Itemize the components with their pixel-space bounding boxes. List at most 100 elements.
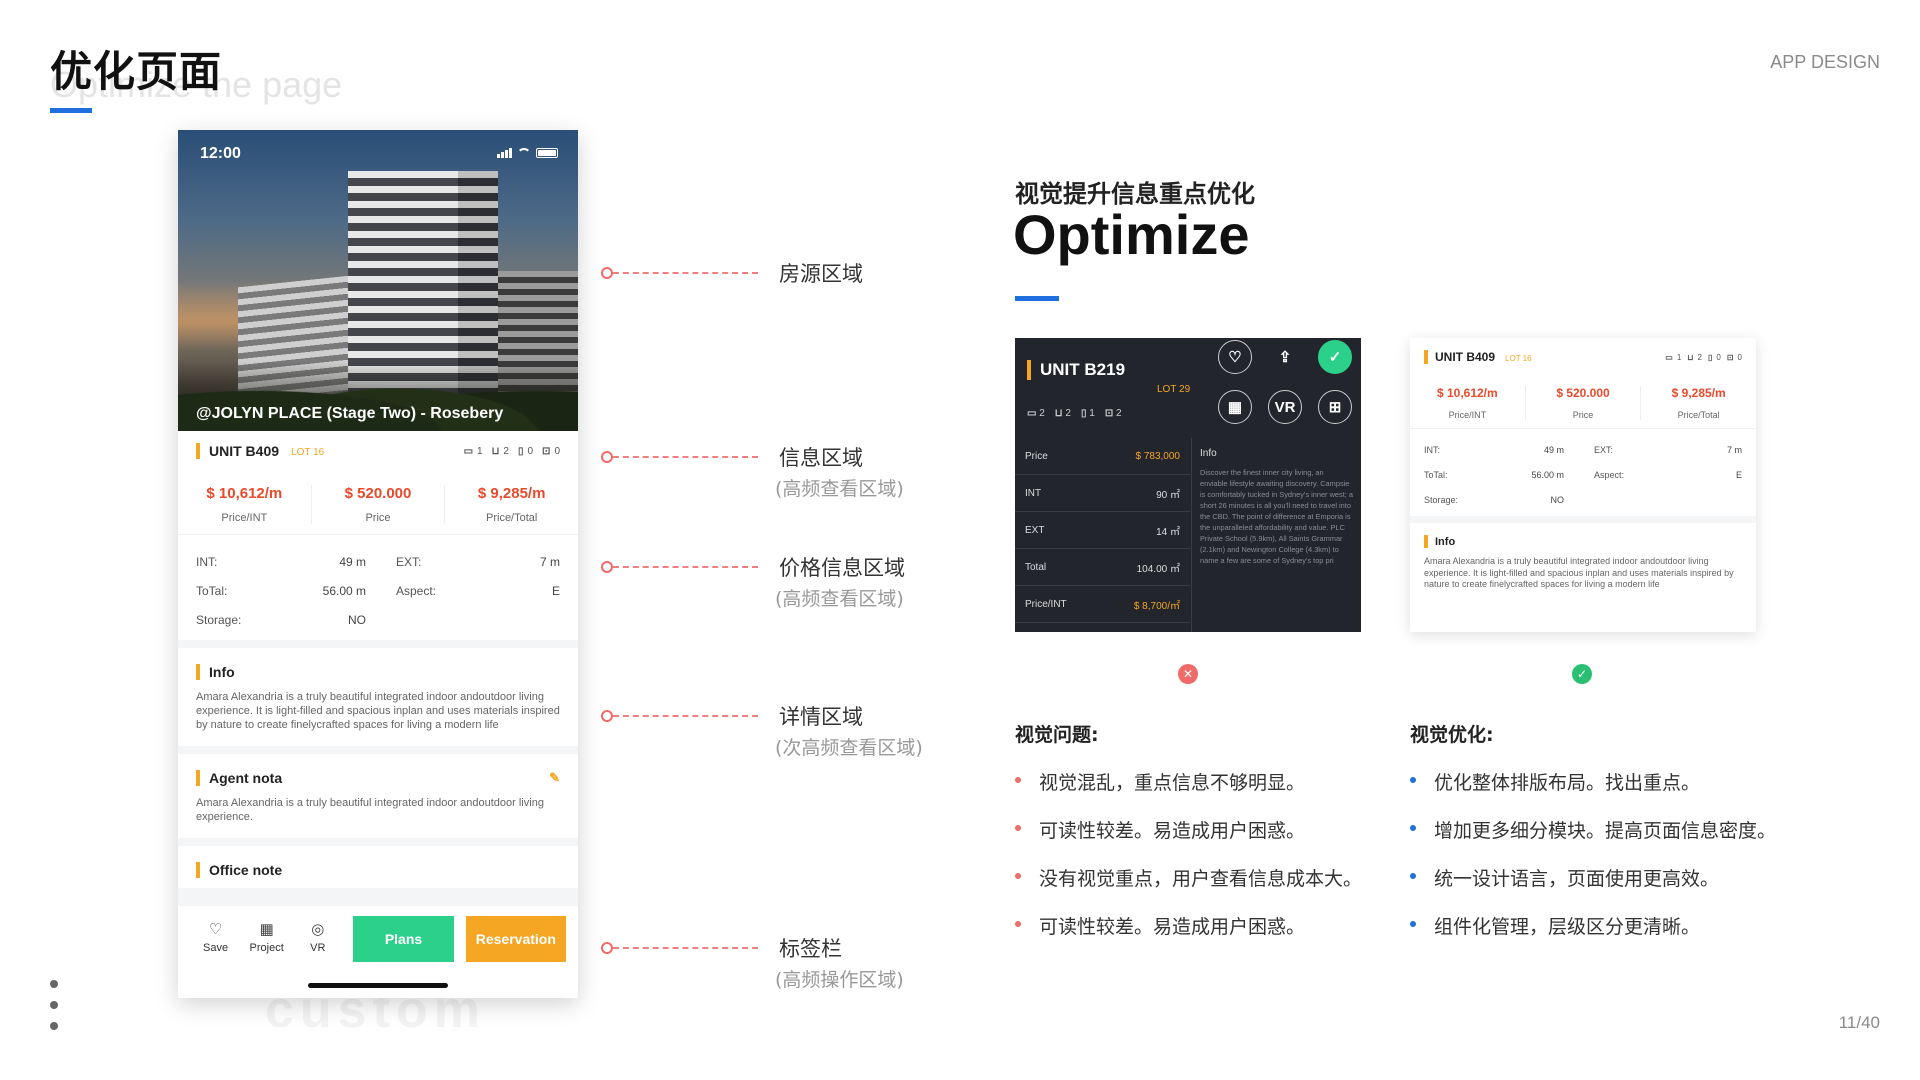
- lot-label: LOT 16: [291, 447, 325, 458]
- floorplan-icon[interactable]: ⊞: [1318, 390, 1352, 424]
- ext-label: EXT:: [396, 554, 422, 569]
- study-count: 0: [527, 445, 534, 457]
- reserve-check-icon[interactable]: ✓: [1318, 340, 1352, 374]
- office-note-title: Office note: [209, 862, 283, 878]
- aspect-label: Aspect:: [1594, 469, 1625, 480]
- accent-bar: [196, 443, 200, 459]
- list-item: 视觉混乱，重点信息不够明显。: [1015, 768, 1362, 816]
- callout-note: (高频查看区域): [775, 588, 904, 610]
- price-section: $ 10,612/m Price/INT $ 520.000 Price $ 9…: [178, 467, 578, 534]
- vr-headset-icon: ◎: [311, 921, 325, 938]
- table-row: Total 104.00 ㎡: [1015, 549, 1190, 586]
- details-grid: INT: 49 m EXT: 7 m ToTal: 56.00 m Aspect…: [178, 534, 578, 640]
- aspect-value: E: [1735, 469, 1742, 480]
- tab-save[interactable]: ♡ Save: [190, 916, 241, 954]
- bed-count: 2: [1039, 408, 1045, 419]
- info-title: Info: [1435, 535, 1456, 548]
- share-icon[interactable]: ⇪: [1268, 340, 1302, 374]
- unit-name: UNIT B409: [1435, 350, 1496, 364]
- unit-name: UNIT B409: [209, 443, 280, 459]
- int-value: 49 m: [1543, 444, 1564, 455]
- price-section: $ 10,612/m Price/INT $ 520.000 Price $ 9…: [1410, 372, 1756, 428]
- home-indicator: [308, 983, 448, 988]
- car-count: 0: [1737, 352, 1742, 362]
- section-divider: [1410, 516, 1756, 523]
- office-note-card: Office note: [178, 846, 578, 888]
- reservation-button[interactable]: Reservation: [465, 916, 566, 962]
- status-time: 12:00: [200, 145, 241, 162]
- callout-dot-icon: [601, 451, 613, 463]
- agent-note-card: Agent nota ✎ Amara Alexandria is a truly …: [178, 754, 578, 838]
- row-value: 14 ㎡: [1156, 526, 1180, 538]
- tab-vr[interactable]: ◎ VR: [292, 916, 343, 954]
- tab-bar: ♡ Save ▦ Project ◎ VR Plans Reservation: [178, 906, 578, 998]
- price-value: $ 520.000: [1556, 386, 1610, 400]
- problems-title: 视觉问题:: [1015, 724, 1099, 746]
- after-card: UNIT B409 LOT 16 ▭ 1 ⊔ 2 ▯ 0 ⊡ 0 $ 10,612/m …: [1410, 338, 1756, 632]
- row-value: 90 ㎡: [1156, 489, 1180, 501]
- title-underline: [50, 108, 92, 113]
- study-count: 1: [1089, 408, 1095, 419]
- info-card: Info Amara Alexandria is a truly beautif…: [178, 648, 578, 746]
- wifi-icon: [517, 148, 531, 158]
- total-value: 56.00 m: [322, 583, 366, 598]
- property-hero-image: 12:00 @JOLYN PLACE (Stage Two) - Roseber…: [178, 130, 578, 431]
- price-label: Price: [365, 512, 391, 524]
- price-value: $ 9,285/m: [477, 485, 546, 502]
- list-item: 可读性较差。易造成用户困惑。: [1015, 912, 1362, 960]
- car-icon: ⊡: [542, 445, 551, 457]
- list-item: 优化整体排版布局。找出重点。: [1410, 768, 1776, 816]
- tab-project[interactable]: ▦ Project: [241, 916, 292, 954]
- app-design-tag: APP DESIGN: [1770, 52, 1880, 72]
- table-row: EXT 14 ㎡: [1015, 512, 1190, 549]
- callout-title: 信息区域: [779, 446, 863, 470]
- price-main: $ 520.000 Price: [1526, 386, 1642, 420]
- callout-note: (次高频查看区域): [775, 737, 923, 759]
- building-icon[interactable]: ▦: [1218, 390, 1252, 424]
- before-info-panel: Info Discover the finest inner city livi…: [1191, 438, 1361, 632]
- optimize-underline: [1015, 296, 1059, 301]
- bath-count: 2: [1697, 352, 1702, 362]
- price-main: $ 520.000 Price: [312, 485, 446, 524]
- lot-label: LOT 29: [1157, 384, 1191, 395]
- spec-icons: ▭ 1 ⊔ 2 ▯ 0 ⊡ 0: [464, 446, 560, 457]
- table-row: Price/INT $ 8,700/㎡: [1015, 586, 1190, 623]
- list-item: 增加更多细分模块。提高页面信息密度。: [1410, 816, 1776, 864]
- total-value: 56.00 m: [1531, 469, 1564, 480]
- row-value: $ 783,000: [1135, 450, 1181, 462]
- callout-title: 价格信息区域: [779, 556, 905, 580]
- plans-button[interactable]: Plans: [353, 916, 454, 962]
- info-body: Amara Alexandria is a truly beautiful in…: [1424, 556, 1734, 589]
- info-body: Amara Alexandria is a truly beautiful in…: [196, 691, 560, 731]
- study-icon: ▯: [1080, 408, 1087, 419]
- page-title: 优化页面: [50, 47, 223, 96]
- heart-icon[interactable]: ♡: [1218, 340, 1252, 374]
- price-value: $ 9,285/m: [1671, 386, 1726, 400]
- more-dots-icon[interactable]: [50, 980, 60, 1043]
- improvements-list: 优化整体排版布局。找出重点。 增加更多细分模块。提高页面信息密度。 统一设计语言…: [1410, 768, 1776, 960]
- car-count: 2: [1115, 408, 1122, 419]
- accent-bar: [196, 664, 200, 680]
- aspect-label: Aspect:: [396, 583, 437, 598]
- bath-icon: ⊔: [491, 445, 500, 457]
- storage-label: Storage:: [196, 612, 242, 627]
- row-label: Price: [1025, 450, 1048, 462]
- before-price-table: Price $ 783,000 INT 90 ㎡ EXT 14 ㎡ Total 104.…: [1015, 438, 1190, 623]
- study-icon: ▯: [517, 445, 524, 457]
- price-label: Price/INT: [1448, 410, 1487, 420]
- status-icons: [497, 148, 558, 158]
- price-value: $ 10,612/m: [1436, 386, 1498, 400]
- callout-dot-icon: [601, 942, 613, 954]
- edit-icon[interactable]: ✎: [549, 770, 560, 786]
- callout-title: 房源区域: [779, 262, 863, 286]
- row-label: INT: [1025, 487, 1042, 499]
- row-label: Total: [1025, 561, 1047, 573]
- ext-value: 7 m: [539, 554, 560, 569]
- vr-button[interactable]: VR: [1268, 390, 1302, 424]
- list-item: 可读性较差。易造成用户困惑。: [1015, 816, 1362, 864]
- price-total: $ 9,285/m Price/Total: [445, 485, 578, 524]
- price-int: $ 10,612/m Price/INT: [1410, 386, 1526, 420]
- price-label: Price: [1572, 410, 1594, 420]
- storage-label: Storage:: [1424, 494, 1459, 505]
- bed-icon: ▭: [463, 445, 474, 457]
